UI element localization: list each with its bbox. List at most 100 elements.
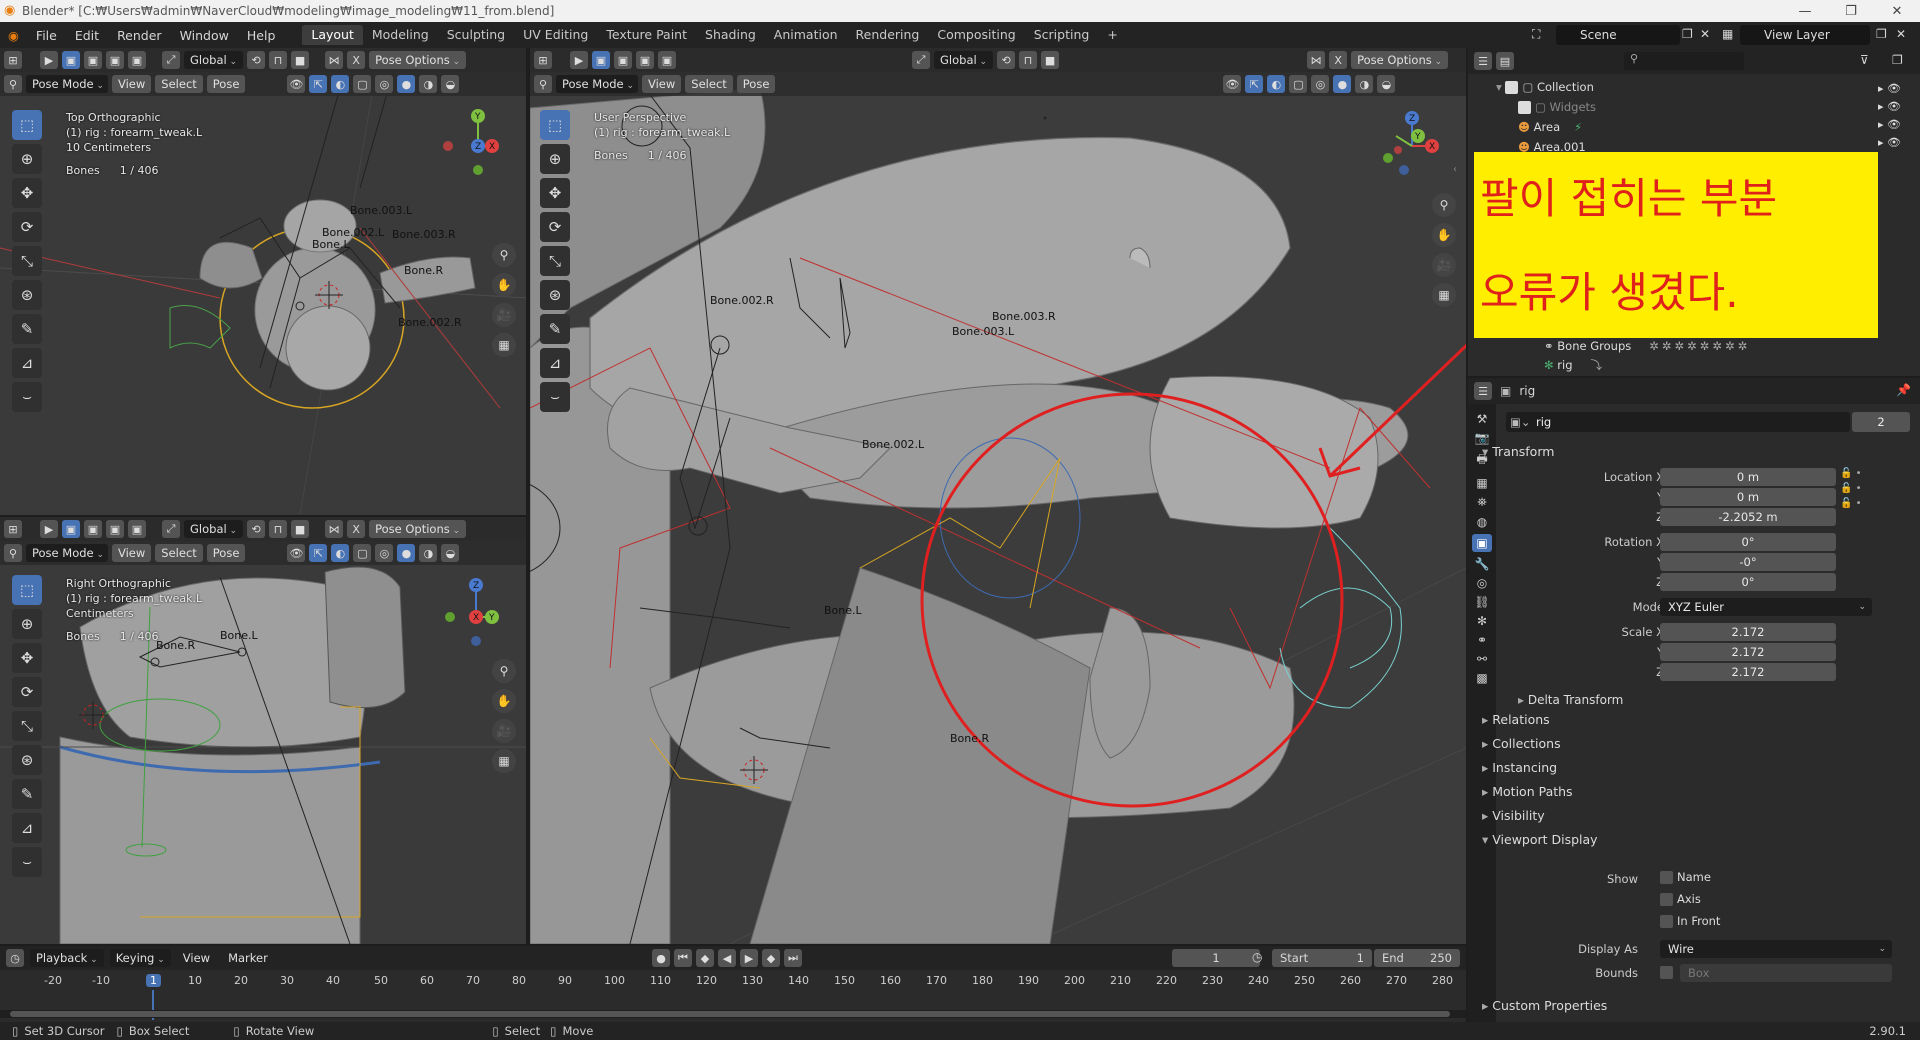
zoom-icon[interactable]: ⚲ bbox=[1432, 193, 1456, 217]
select-mode-subtract-icon[interactable]: ▣ bbox=[106, 51, 124, 69]
transform-tool-icon[interactable]: ⊛ bbox=[540, 280, 570, 310]
new-view-layer-icon[interactable]: ❐ bbox=[1876, 27, 1887, 41]
snap-target-icon[interactable]: ■ bbox=[291, 51, 310, 69]
editor-type-icon[interactable]: ☰ bbox=[1474, 52, 1492, 70]
eye-icon[interactable]: ▸ 👁 bbox=[1878, 82, 1901, 95]
orientation-icon[interactable]: ⤢ bbox=[162, 51, 180, 69]
location-x-field[interactable]: 0 m bbox=[1660, 468, 1836, 486]
tool-tab-icon[interactable]: ⚒ bbox=[1477, 412, 1488, 426]
render-shading-icon[interactable]: ◒ bbox=[1377, 75, 1396, 93]
zoom-icon[interactable]: ⚲ bbox=[492, 659, 516, 683]
remove-view-layer-icon[interactable]: ✕ bbox=[1896, 27, 1906, 41]
editor-type-icon[interactable]: ◷ bbox=[6, 949, 24, 967]
select-box-tool-icon[interactable]: ⬚ bbox=[12, 575, 42, 605]
marker-menu[interactable]: Marker bbox=[222, 949, 274, 967]
keying-menu[interactable]: Keying bbox=[109, 949, 171, 967]
move-tool-icon[interactable]: ✥ bbox=[540, 178, 570, 208]
prev-keyframe-icon[interactable]: ◆ bbox=[696, 949, 714, 967]
editor-type-icon[interactable]: ☰ bbox=[1474, 382, 1492, 400]
rotate-tool-icon[interactable]: ⟳ bbox=[12, 212, 42, 242]
record-icon[interactable]: ● bbox=[652, 949, 670, 967]
pin-icon[interactable]: 📌 bbox=[1896, 383, 1911, 397]
tab-uv-editing[interactable]: UV Editing bbox=[514, 25, 597, 45]
current-frame-field[interactable]: 1 bbox=[1172, 949, 1260, 967]
visibility-icon[interactable]: 👁 bbox=[1223, 75, 1242, 93]
viewport-user-perspective[interactable]: ⊞ ▶ ▣ ▣ ▣ ▣ ⤢ Global ⟲ ⊓ ■ ⋈ X Pose Opti… bbox=[530, 48, 1466, 944]
playhead[interactable]: 1 bbox=[146, 974, 161, 987]
rotation-y-field[interactable]: -0° bbox=[1660, 553, 1836, 571]
visibility-icon[interactable]: 👁 bbox=[287, 75, 306, 93]
scale-z-field[interactable]: 2.172 bbox=[1660, 663, 1836, 681]
tab-modeling[interactable]: Modeling bbox=[363, 25, 438, 45]
select-mode-new-icon[interactable]: ▣ bbox=[62, 520, 80, 538]
collapse-sidebar-icon[interactable]: ‹ bbox=[1453, 164, 1457, 175]
annotate-tool-icon[interactable]: ✎ bbox=[12, 314, 42, 344]
tab-shading[interactable]: Shading bbox=[696, 25, 765, 45]
material-shading-icon[interactable]: ◑ bbox=[419, 75, 438, 93]
transform-panel-header[interactable]: ▾ Transform bbox=[1482, 444, 1554, 459]
select-menu[interactable]: Select bbox=[155, 75, 203, 93]
relations-header[interactable]: ▸ Relations bbox=[1482, 712, 1550, 727]
move-tool-icon[interactable]: ✥ bbox=[12, 643, 42, 673]
scale-tool-icon[interactable]: ⤡ bbox=[540, 246, 570, 276]
eye-icon[interactable]: ▸ 👁 bbox=[1878, 100, 1901, 113]
ortho-grid-icon[interactable]: ▦ bbox=[492, 749, 516, 773]
show-name-checkbox[interactable]: Name bbox=[1660, 870, 1711, 884]
annotate-tool-icon[interactable]: ✎ bbox=[12, 779, 42, 809]
list-item[interactable]: ▢ Widgets bbox=[1496, 100, 1596, 120]
render-shading-icon[interactable]: ◒ bbox=[441, 75, 460, 93]
list-item[interactable]: ▾ ▢ Collection bbox=[1496, 80, 1596, 100]
select-tool-icon[interactable]: ▶ bbox=[40, 51, 58, 69]
orientation-dropdown[interactable]: Global bbox=[934, 51, 994, 69]
playback-menu[interactable]: Playback bbox=[30, 949, 104, 967]
scale-tool-icon[interactable]: ⤡ bbox=[12, 711, 42, 741]
camera-icon[interactable]: 🎥 bbox=[1432, 253, 1456, 277]
instancing-header[interactable]: ▸ Instancing bbox=[1482, 760, 1557, 775]
pose-tool-icon[interactable]: ⌣ bbox=[12, 382, 42, 412]
location-z-field[interactable]: -2.2052 m bbox=[1660, 508, 1836, 526]
lock-icon[interactable]: 🔓 • bbox=[1840, 483, 1862, 494]
checkbox-icon[interactable] bbox=[1518, 101, 1531, 114]
object-users-field[interactable]: 2 bbox=[1852, 412, 1910, 432]
filter-icon[interactable]: ⊽ bbox=[1860, 53, 1869, 67]
view-menu[interactable]: View bbox=[642, 75, 682, 93]
overlay-icon[interactable]: ◐ bbox=[1267, 75, 1286, 93]
pivot-icon[interactable]: ⟲ bbox=[247, 520, 266, 538]
tab-texture-paint[interactable]: Texture Paint bbox=[597, 25, 696, 45]
mode-dropdown[interactable]: Pose Mode bbox=[26, 544, 108, 562]
next-keyframe-icon[interactable]: ◆ bbox=[762, 949, 780, 967]
pan-hand-icon[interactable]: ✋ bbox=[1432, 223, 1456, 247]
select-mode-invert-icon[interactable]: ▣ bbox=[128, 520, 146, 538]
axis-gizmo-icon[interactable]: Z X Y bbox=[1378, 106, 1440, 178]
orientation-icon[interactable]: ⤢ bbox=[162, 520, 180, 538]
material-shading-icon[interactable]: ◑ bbox=[1355, 75, 1374, 93]
measure-tool-icon[interactable]: ⊿ bbox=[540, 348, 570, 378]
annotate-tool-icon[interactable]: ✎ bbox=[540, 314, 570, 344]
solid-shading-icon[interactable]: ● bbox=[397, 544, 416, 562]
rotation-z-field[interactable]: 0° bbox=[1660, 573, 1836, 591]
bounds-type-dropdown[interactable]: Box bbox=[1680, 964, 1892, 982]
timeline-scrollbar[interactable] bbox=[0, 1010, 1466, 1018]
cursor-tool-icon[interactable]: ⊕ bbox=[12, 609, 42, 639]
perspective-grid-icon[interactable]: ▦ bbox=[1432, 283, 1456, 307]
measure-tool-icon[interactable]: ⊿ bbox=[12, 348, 42, 378]
solid-shading-icon[interactable]: ● bbox=[397, 75, 416, 93]
pose-menu[interactable]: Pose bbox=[736, 75, 776, 93]
overlay-icon[interactable]: ◐ bbox=[331, 75, 350, 93]
cursor-tool-icon[interactable]: ⊕ bbox=[540, 144, 570, 174]
rotate-tool-icon[interactable]: ⟳ bbox=[12, 677, 42, 707]
minimize-icon[interactable]: — bbox=[1782, 0, 1828, 22]
select-tool-icon[interactable]: ▶ bbox=[570, 51, 588, 69]
material-shading-icon[interactable]: ◑ bbox=[419, 544, 438, 562]
pan-hand-icon[interactable]: ✋ bbox=[492, 273, 516, 297]
timeline-editor[interactable]: ◷ Playback Keying View Marker ● ⏮ ◆ ◀ ▶ … bbox=[0, 946, 1466, 1022]
play-icon[interactable]: ▶ bbox=[740, 949, 758, 967]
viewport-display-header[interactable]: ▾ Viewport Display bbox=[1482, 832, 1598, 847]
pose-options-dropdown[interactable]: Pose Options bbox=[1351, 51, 1449, 69]
motion-paths-header[interactable]: ▸ Motion Paths bbox=[1482, 784, 1573, 799]
select-mode-subtract-icon[interactable]: ▣ bbox=[106, 520, 124, 538]
eye-icon[interactable]: ▸ 👁 bbox=[1878, 118, 1901, 131]
orientation-dropdown[interactable]: Global bbox=[184, 520, 244, 538]
select-box-tool-icon[interactable]: ⬚ bbox=[540, 110, 570, 140]
x-mirror-icon[interactable]: X bbox=[347, 51, 366, 69]
